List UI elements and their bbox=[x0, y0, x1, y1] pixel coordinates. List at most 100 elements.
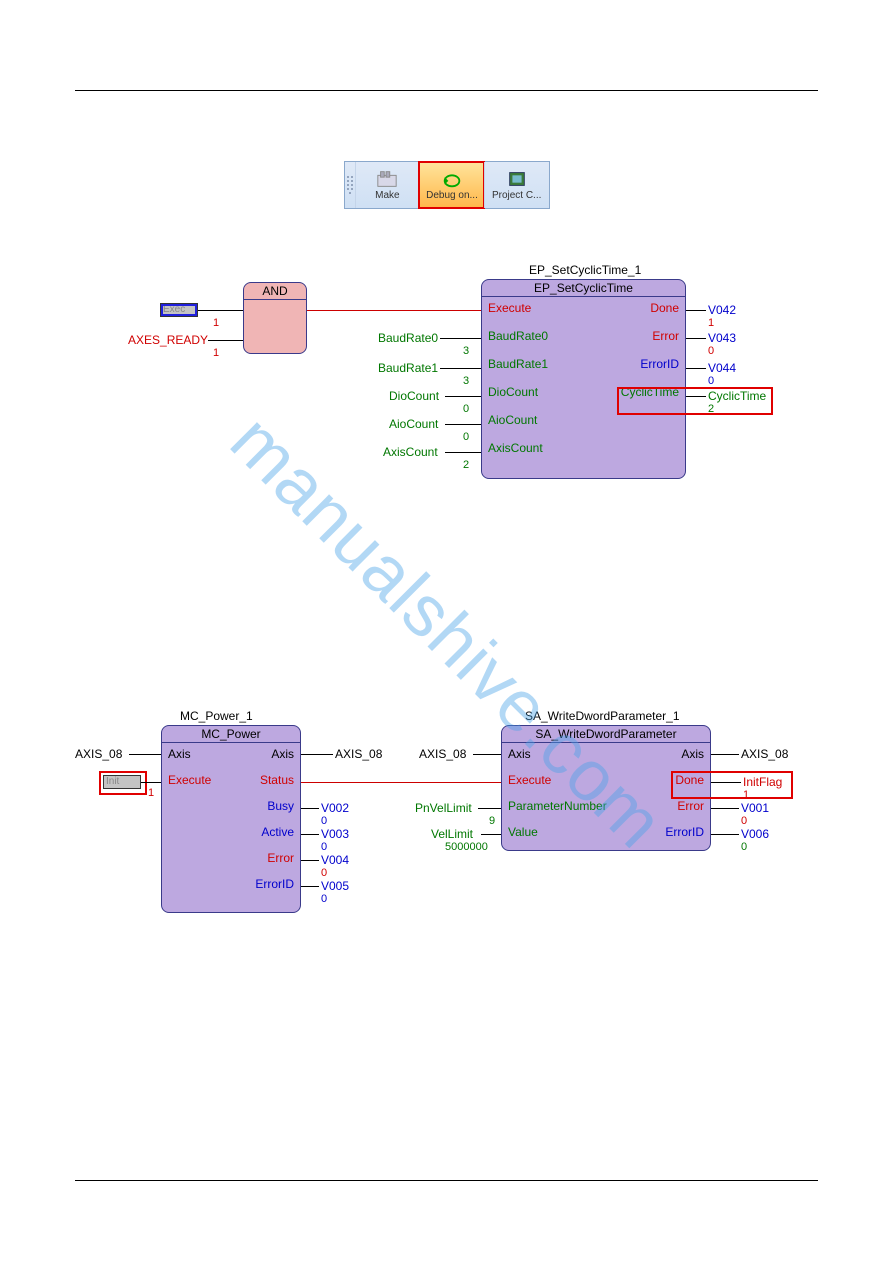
power-out-busy: Busy bbox=[267, 797, 294, 815]
debug-icon bbox=[441, 169, 463, 189]
diagram-power-write: MC_Power_1 MC_Power Axis Axis Execute Stat… bbox=[75, 709, 818, 939]
ext-axis-val: 2 bbox=[463, 459, 469, 471]
out-v044-val: 0 bbox=[708, 375, 714, 387]
v005: V005 bbox=[321, 879, 349, 893]
power-out-axis: Axis bbox=[271, 745, 294, 763]
v003: V003 bbox=[321, 827, 349, 841]
toolbar-grip bbox=[345, 162, 355, 208]
wire bbox=[711, 834, 739, 835]
exec-val: 1 bbox=[213, 317, 219, 329]
cyclic-in-baud1: BaudRate1 bbox=[488, 355, 548, 373]
wire bbox=[301, 754, 333, 755]
cyclic-in-aio: AioCount bbox=[488, 411, 537, 429]
wire bbox=[301, 860, 319, 861]
wire bbox=[440, 338, 481, 339]
axes-ready-val: 1 bbox=[213, 347, 219, 359]
init-val: 1 bbox=[148, 787, 154, 799]
write-out-axis: Axis bbox=[681, 745, 704, 763]
projectc-icon bbox=[506, 169, 528, 189]
write-in-pn: ParameterNumber bbox=[508, 797, 607, 815]
projectc-button[interactable]: Project C... bbox=[484, 162, 549, 208]
wire bbox=[301, 808, 319, 809]
wire bbox=[301, 834, 319, 835]
ext-baud1-val: 3 bbox=[463, 375, 469, 387]
out-v042: V042 bbox=[708, 303, 736, 317]
power-in-axis: Axis bbox=[168, 745, 191, 763]
v006: V006 bbox=[741, 827, 769, 841]
cyclic-out-done: Done bbox=[650, 299, 679, 317]
v006-val: 0 bbox=[741, 841, 747, 853]
cyclic-in-execute: Execute bbox=[488, 299, 531, 317]
v001-val: 0 bbox=[741, 815, 747, 827]
wire bbox=[129, 754, 161, 755]
power-out-active: Active bbox=[261, 823, 294, 841]
vellim-val: 5000000 bbox=[445, 841, 488, 853]
exec-chip-label: Exec bbox=[163, 304, 185, 315]
wire bbox=[208, 340, 243, 341]
power-out-errorid: ErrorID bbox=[255, 875, 294, 893]
wire bbox=[686, 310, 706, 311]
page-content: Make Debug on... Project C... Exec 1 AXE… bbox=[75, 90, 818, 1180]
power-instance: MC_Power_1 bbox=[180, 709, 253, 723]
debug-button[interactable]: Debug on... bbox=[419, 162, 484, 208]
wire bbox=[198, 310, 243, 311]
pnvel-label: PnVelLimit bbox=[415, 801, 472, 815]
out-v043: V043 bbox=[708, 331, 736, 345]
initflag-highlight bbox=[671, 771, 793, 799]
axis08-left2: AXIS_08 bbox=[419, 747, 466, 761]
wire bbox=[711, 808, 739, 809]
wire bbox=[481, 834, 501, 835]
footer-divider bbox=[75, 1180, 818, 1181]
projectc-label: Project C... bbox=[492, 190, 541, 201]
v004-val: 0 bbox=[321, 867, 327, 879]
out-v043-val: 0 bbox=[708, 345, 714, 357]
make-icon bbox=[376, 169, 398, 189]
ext-aio: AioCount bbox=[389, 417, 438, 431]
axis08-left: AXIS_08 bbox=[75, 747, 122, 761]
vellim-label: VelLimit bbox=[431, 827, 473, 841]
exec-chip[interactable]: Exec bbox=[160, 303, 198, 317]
wire bbox=[686, 338, 706, 339]
write-title: SA_WriteDwordParameter bbox=[502, 726, 710, 743]
and-title: AND bbox=[244, 283, 306, 300]
cyclic-in-baud0: BaudRate0 bbox=[488, 327, 548, 345]
wire bbox=[307, 310, 481, 311]
v004: V004 bbox=[321, 853, 349, 867]
wire bbox=[301, 886, 319, 887]
ext-baud0: BaudRate0 bbox=[378, 331, 438, 345]
write-in-execute: Execute bbox=[508, 771, 551, 789]
make-button[interactable]: Make bbox=[355, 162, 420, 208]
power-title: MC_Power bbox=[162, 726, 300, 743]
write-out-errorid: ErrorID bbox=[665, 823, 704, 841]
axes-ready-label: AXES_READY bbox=[128, 333, 208, 347]
wire bbox=[445, 452, 481, 453]
cyclic-in-axisc: AxisCount bbox=[488, 439, 543, 457]
out-v044: V044 bbox=[708, 361, 736, 375]
cyclic-title: EP_SetCyclicTime bbox=[482, 280, 685, 297]
wire bbox=[478, 808, 501, 809]
cyclic-in-dio: DioCount bbox=[488, 383, 538, 401]
write-in-value: Value bbox=[508, 823, 538, 841]
wire bbox=[686, 368, 706, 369]
cyclic-out-error: Error bbox=[652, 327, 679, 345]
pnvel-val: 9 bbox=[489, 815, 495, 827]
v005-val: 0 bbox=[321, 893, 327, 905]
v002-val: 0 bbox=[321, 815, 327, 827]
wire bbox=[445, 396, 481, 397]
cyclic-out-errorid: ErrorID bbox=[640, 355, 679, 373]
ext-dio: DioCount bbox=[389, 389, 439, 403]
wire bbox=[141, 782, 161, 783]
power-in-execute: Execute bbox=[168, 771, 211, 789]
power-out-status: Status bbox=[260, 771, 294, 789]
power-block: MC_Power Axis Axis Execute Status Busy Act… bbox=[161, 725, 301, 913]
wire bbox=[711, 754, 739, 755]
ext-aio-val: 0 bbox=[463, 431, 469, 443]
axis08-right: AXIS_08 bbox=[335, 747, 382, 761]
ext-baud0-val: 3 bbox=[463, 345, 469, 357]
diagram-cyclic: Exec 1 AXES_READY 1 AND BaudRate0 3 Baud… bbox=[75, 249, 818, 539]
make-label: Make bbox=[375, 190, 399, 201]
init-highlight bbox=[99, 771, 147, 795]
wire bbox=[301, 782, 501, 783]
toolbar: Make Debug on... Project C... bbox=[344, 161, 550, 209]
write-out-error: Error bbox=[677, 797, 704, 815]
